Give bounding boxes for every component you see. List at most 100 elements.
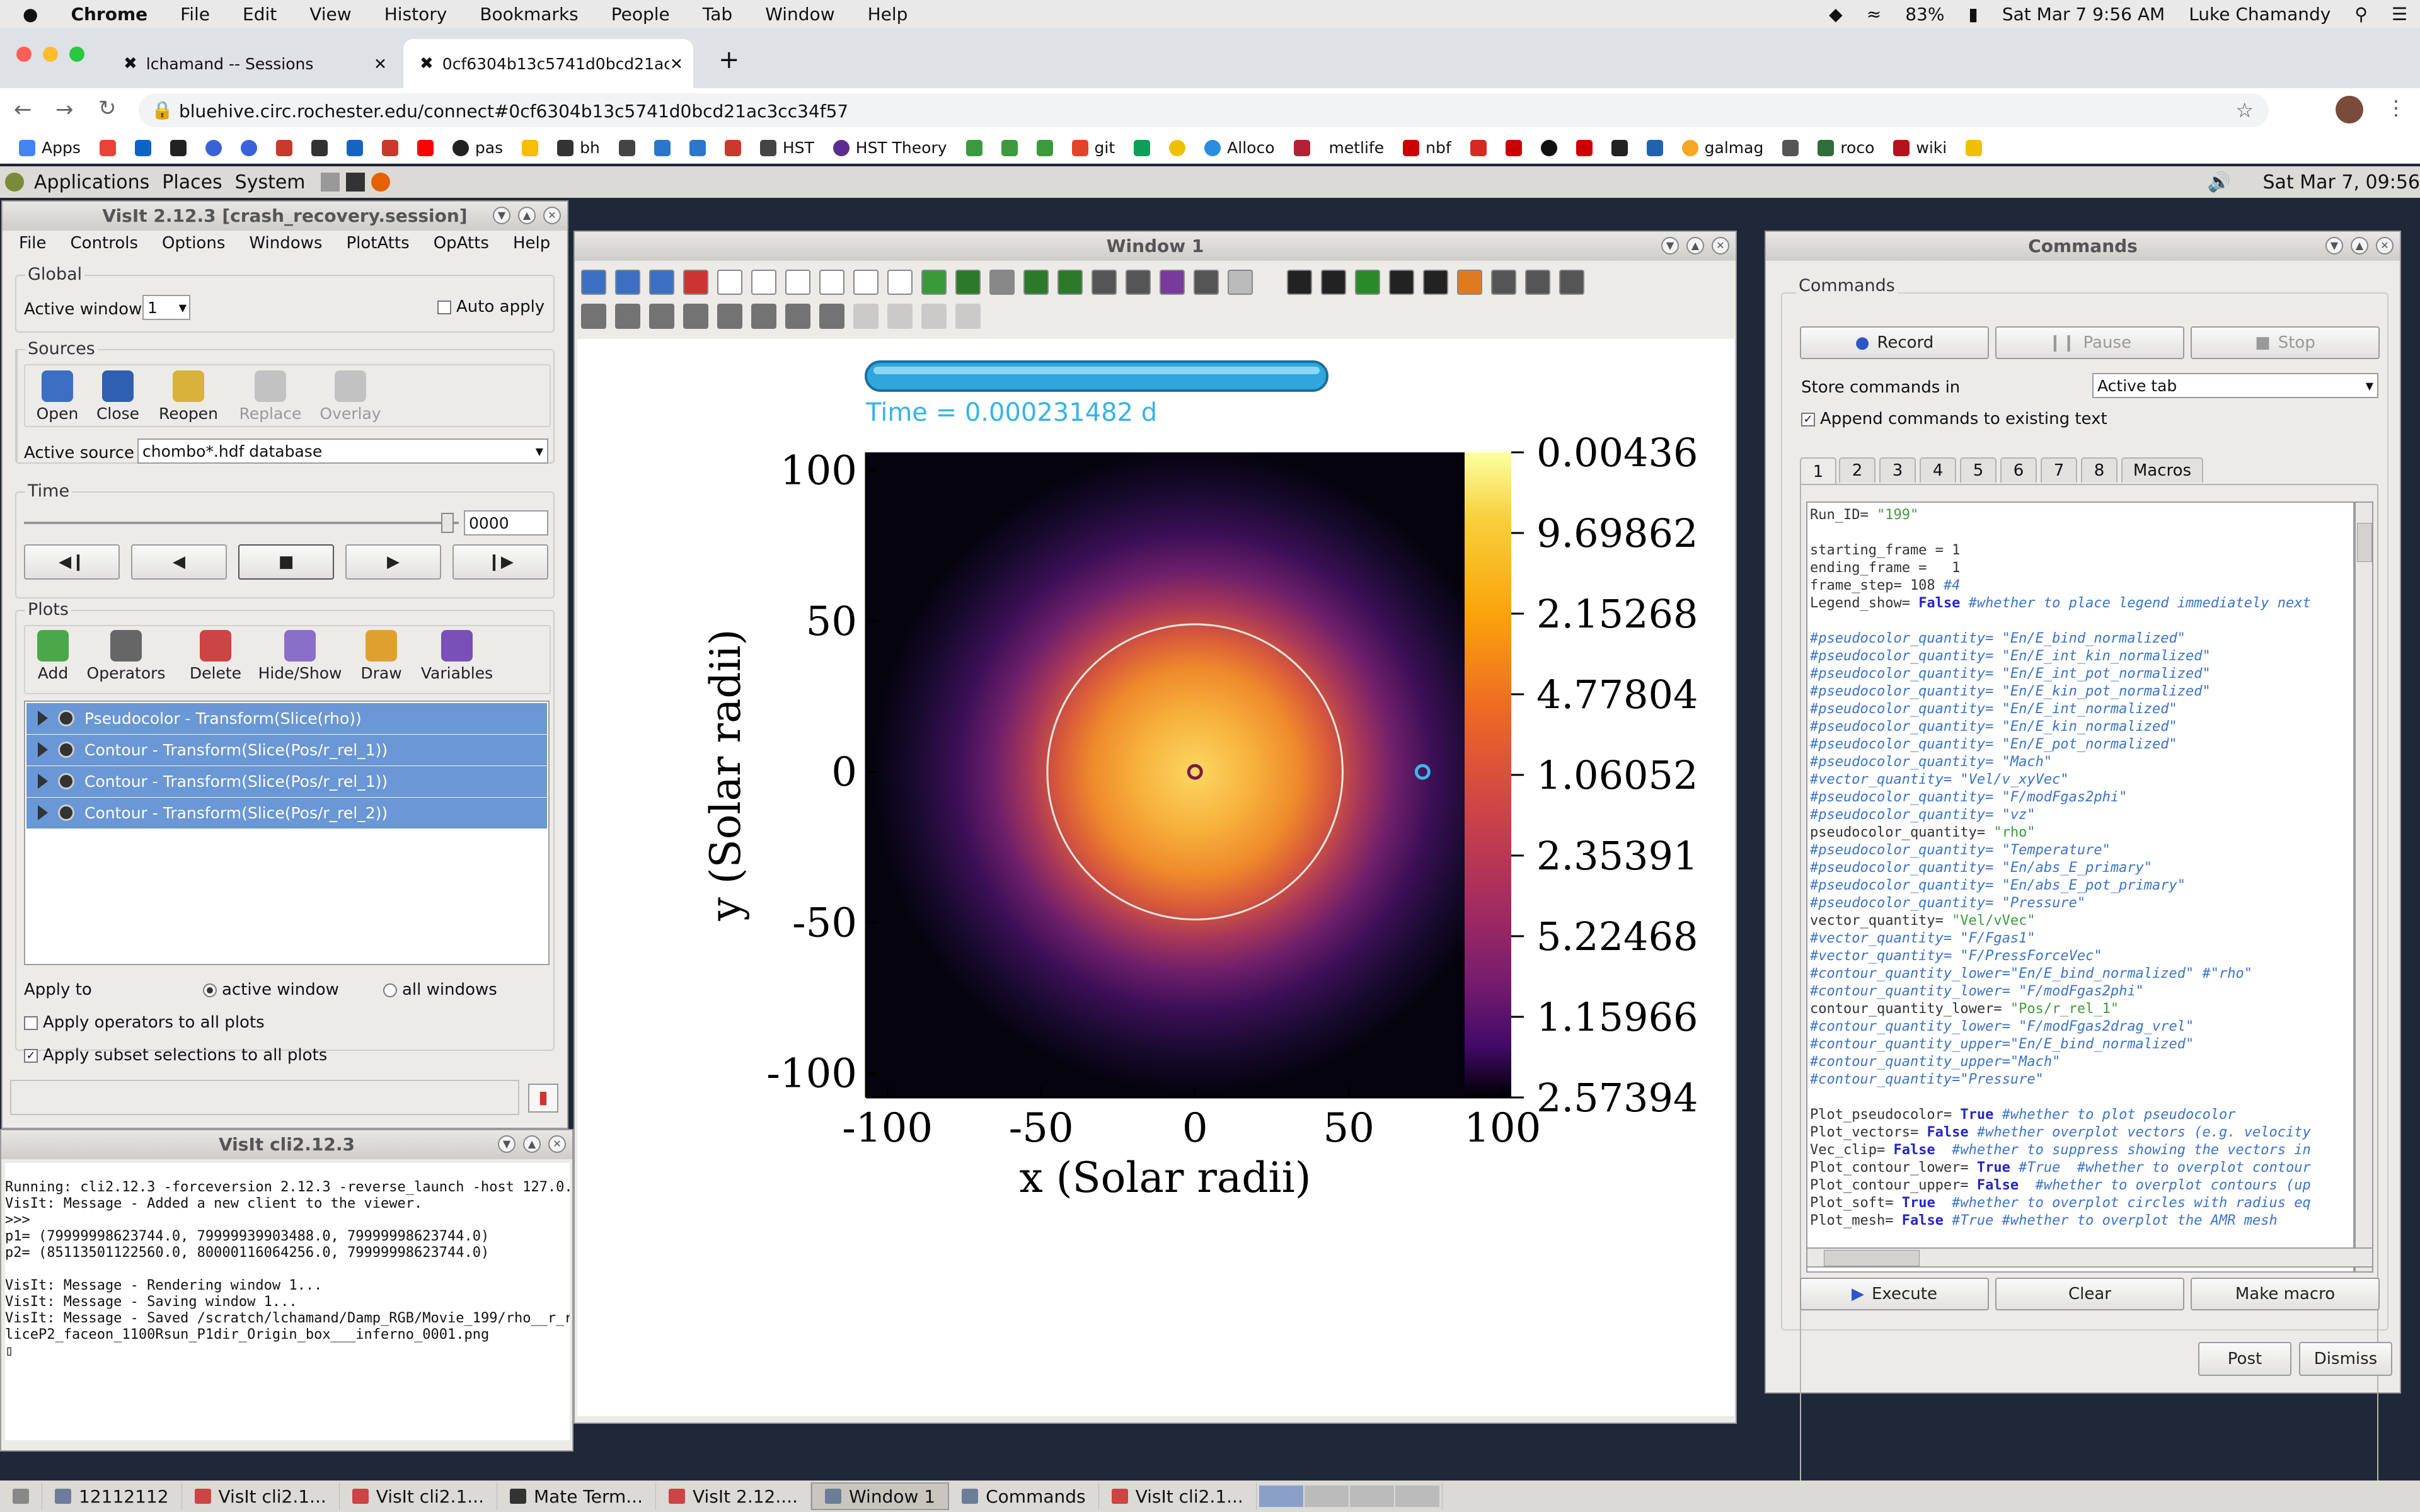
toolbar-button-icon[interactable] [751, 270, 776, 295]
bookmark-25[interactable] [1134, 139, 1151, 156]
show-desktop-button[interactable] [0, 1482, 42, 1510]
reload-icon[interactable]: ↻ [98, 96, 117, 121]
expand-icon[interactable] [38, 711, 48, 726]
interaction-mode-icon[interactable] [717, 304, 742, 329]
close-icon[interactable]: ✕ [543, 207, 561, 224]
bookmark-37[interactable] [1646, 139, 1663, 156]
more-menu-icon[interactable]: ⋮ [2386, 96, 2406, 120]
close-window-icon[interactable] [16, 47, 32, 62]
apply-operators-checkbox[interactable]: Apply operators to all plots [24, 1013, 265, 1032]
toolbar-button-icon[interactable] [1194, 270, 1219, 295]
close-icon[interactable]: ✕ [2376, 237, 2394, 255]
interaction-mode-icon[interactable] [819, 304, 844, 329]
replace-button[interactable]: Replace [236, 370, 305, 423]
panel-clock[interactable]: Sat Mar 7, 09:56 [2263, 171, 2420, 193]
bookmark-22[interactable] [1001, 139, 1018, 156]
horizontal-scrollbar[interactable] [1806, 1247, 2373, 1268]
terminal-launcher-icon[interactable] [345, 173, 365, 192]
menu-bookmarks[interactable]: Bookmarks [480, 4, 578, 25]
bookmark-5[interactable] [240, 139, 257, 156]
workspace-switcher[interactable] [1257, 1482, 1443, 1510]
toolbar-button-icon[interactable] [921, 270, 947, 295]
interaction-mode-icon[interactable] [887, 304, 913, 329]
task-item[interactable]: Commands [949, 1482, 1099, 1510]
minimize-icon[interactable]: ▼ [498, 1135, 516, 1153]
toolbar-button-icon[interactable] [1457, 270, 1482, 295]
bookmark-6[interactable] [275, 139, 292, 156]
tab-7[interactable]: 7 [2041, 457, 2077, 483]
interaction-mode-icon[interactable] [751, 304, 776, 329]
active-window-select[interactable]: 1 ▼ [142, 295, 190, 320]
interaction-mode-icon[interactable] [581, 304, 606, 329]
bookmark-apps[interactable]: Apps [19, 139, 81, 157]
delete-plot-button[interactable]: Delete [185, 630, 246, 682]
user-name[interactable]: Luke Chamandy [2189, 4, 2331, 25]
toolbar-button-icon[interactable] [581, 270, 606, 295]
clock[interactable]: Sat Mar 7 9:56 AM [2002, 4, 2165, 25]
menu-tab[interactable]: Tab [703, 4, 732, 25]
expand-icon[interactable] [38, 742, 48, 757]
toolbar-button-icon[interactable] [955, 270, 981, 295]
plot-item[interactable]: Contour - Transform(Slice(Pos/r_rel_1)) [26, 735, 547, 765]
interaction-mode-icon[interactable] [785, 304, 810, 329]
gnome-foot-icon[interactable] [5, 173, 24, 192]
operators-button[interactable]: Operators [83, 630, 169, 682]
maximize-icon[interactable]: ▲ [1686, 237, 1704, 255]
reverse-button[interactable]: ◀ [131, 544, 227, 580]
bookmark-33[interactable] [1505, 139, 1522, 156]
post-button[interactable]: Post [2198, 1342, 2291, 1376]
store-commands-select[interactable]: Active tab ▼ [2092, 373, 2378, 398]
interaction-mode-icon[interactable] [955, 304, 981, 329]
time-slider-track[interactable] [24, 522, 459, 524]
workspace-4[interactable] [1395, 1486, 1439, 1507]
toolbar-button-icon[interactable] [1355, 270, 1380, 295]
expand-icon[interactable] [38, 774, 48, 789]
close-source-button[interactable]: Close [89, 370, 146, 423]
active-source-select[interactable]: chombo*.hdf database ▼ [137, 438, 548, 464]
menu-controls[interactable]: Controls [71, 234, 139, 253]
task-item[interactable]: Window 1 [810, 1482, 950, 1510]
toolbar-button-icon[interactable] [683, 270, 708, 295]
visit-main-titlebar[interactable]: VisIt 2.12.3 [crash_recovery.session] ▼ ▲… [3, 202, 567, 231]
toolbar-button-icon[interactable] [717, 270, 742, 295]
bookmark-pas[interactable]: pas [452, 139, 503, 157]
toolbar-button-icon[interactable] [1287, 270, 1312, 295]
workspace-3[interactable] [1349, 1486, 1394, 1507]
bookmark-4[interactable] [205, 139, 222, 156]
menu-opatts[interactable]: OpAtts [434, 234, 489, 253]
omnibox[interactable]: 🔒 bluehive.circ.rochester.edu/connect#0c… [139, 93, 2269, 127]
bookmark-roco[interactable]: roco [1818, 139, 1874, 157]
record-button[interactable]: ● Record [1800, 326, 1989, 359]
toolbar-button-icon[interactable] [1228, 270, 1253, 295]
apple-icon[interactable]: ● [23, 4, 38, 25]
toolbar-button-icon[interactable] [785, 270, 810, 295]
bookmark-galmag[interactable]: galmag [1681, 139, 1763, 157]
bookmark-29[interactable] [1293, 139, 1310, 156]
skip-back-button[interactable]: ◀❙ [24, 544, 120, 580]
maximize-icon[interactable]: ▲ [523, 1135, 541, 1153]
interaction-mode-icon[interactable] [921, 304, 947, 329]
variables-button[interactable]: Variables [416, 630, 498, 682]
menu-applications[interactable]: Applications [34, 171, 149, 193]
tab-6[interactable]: 6 [2000, 457, 2037, 483]
reopen-button[interactable]: Reopen [154, 370, 223, 423]
url-text[interactable]: bluehive.circ.rochester.edu/connect#0cf6… [179, 101, 848, 122]
cli-titlebar[interactable]: VisIt cli2.12.3 ▼ ▲ ✕ [1, 1130, 572, 1159]
interaction-mode-icon[interactable] [649, 304, 674, 329]
bookmark-40[interactable] [1782, 139, 1799, 156]
toolbar-button-icon[interactable] [1126, 270, 1151, 295]
forward-icon[interactable]: → [55, 97, 74, 122]
menu-help[interactable]: Help [868, 4, 908, 25]
bookmark-32[interactable] [1470, 139, 1487, 156]
overlay-button[interactable]: Overlay [314, 370, 387, 423]
tab-5[interactable]: 5 [1960, 457, 1997, 483]
bookmark-3[interactable] [170, 139, 187, 156]
wifi-icon[interactable]: ≈ [1867, 4, 1881, 25]
toolbar-button-icon[interactable] [1092, 270, 1117, 295]
maximize-icon[interactable]: ▲ [518, 207, 536, 224]
menu-edit[interactable]: Edit [243, 4, 277, 25]
tab-1[interactable]: 1 [1800, 457, 1836, 485]
interaction-mode-icon[interactable] [683, 304, 708, 329]
bookmark-34[interactable] [1540, 139, 1557, 156]
bookmark-8[interactable] [346, 139, 363, 156]
